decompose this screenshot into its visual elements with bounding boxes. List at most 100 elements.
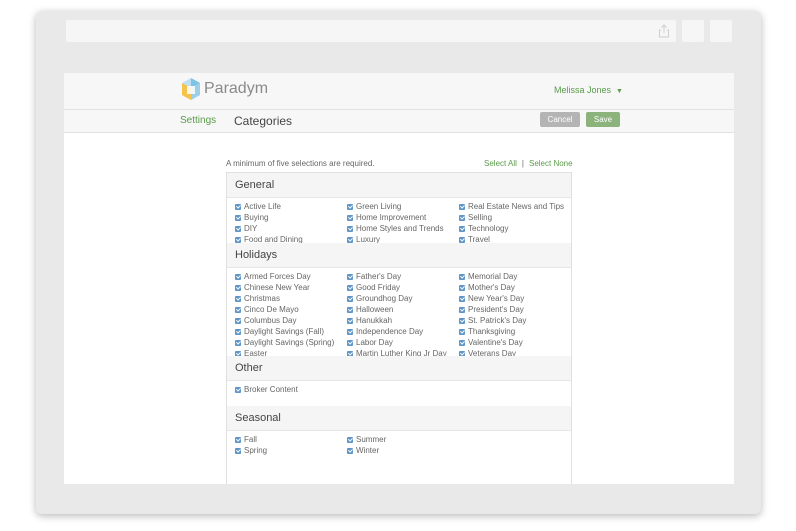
category-option[interactable]: DIY xyxy=(235,223,257,234)
category-option[interactable]: Independence Day xyxy=(347,326,423,337)
toolbar-button[interactable] xyxy=(710,20,732,42)
checkbox-checked-icon[interactable] xyxy=(235,203,241,210)
checkbox-checked-icon[interactable] xyxy=(235,284,241,291)
category-option[interactable]: Summer xyxy=(347,434,386,445)
category-option[interactable]: Selling xyxy=(459,212,492,223)
checkbox-checked-icon[interactable] xyxy=(347,225,353,232)
category-label: Memorial Day xyxy=(468,272,518,281)
checkbox-checked-icon[interactable] xyxy=(235,328,241,335)
checkbox-checked-icon[interactable] xyxy=(459,339,465,346)
app-name: Paradym xyxy=(204,80,269,97)
category-option[interactable]: Memorial Day xyxy=(459,271,517,282)
category-option[interactable]: Daylight Savings (Fall) xyxy=(235,326,324,337)
category-option[interactable]: Fall xyxy=(235,434,257,445)
section-title: Other xyxy=(235,362,263,374)
section-title: Holidays xyxy=(235,249,278,261)
category-label: Good Friday xyxy=(356,283,401,292)
category-option[interactable]: Groundhog Day xyxy=(347,293,412,304)
category-option[interactable]: Green Living xyxy=(347,201,401,212)
category-option[interactable]: Labor Day xyxy=(347,337,393,348)
cancel-button[interactable]: Cancel xyxy=(540,112,580,127)
checkbox-checked-icon[interactable] xyxy=(235,273,241,280)
category-option[interactable]: Home Improvement xyxy=(347,212,426,223)
category-option[interactable]: Father's Day xyxy=(347,271,401,282)
category-option[interactable]: Technology xyxy=(459,223,508,234)
share-icon[interactable] xyxy=(658,24,670,38)
checkbox-checked-icon[interactable] xyxy=(459,317,465,324)
checkbox-checked-icon[interactable] xyxy=(459,284,465,291)
category-option[interactable]: New Year's Day xyxy=(459,293,524,304)
checkbox-checked-icon[interactable] xyxy=(347,436,353,443)
checkbox-checked-icon[interactable] xyxy=(235,447,241,454)
checkbox-checked-icon[interactable] xyxy=(459,225,465,232)
app-header: Paradym Melissa Jones ▼ xyxy=(64,73,734,110)
user-menu[interactable]: Melissa Jones ▼ xyxy=(554,85,623,95)
checkbox-checked-icon[interactable] xyxy=(235,236,241,243)
checkbox-checked-icon[interactable] xyxy=(459,236,465,243)
category-option[interactable]: Daylight Savings (Spring) xyxy=(235,337,334,348)
checkbox-checked-icon[interactable] xyxy=(459,273,465,280)
category-label: Daylight Savings (Fall) xyxy=(244,327,325,336)
category-option[interactable]: Spring xyxy=(235,445,267,456)
checkbox-checked-icon[interactable] xyxy=(459,306,465,313)
checkbox-checked-icon[interactable] xyxy=(235,306,241,313)
select-all-link[interactable]: Select All xyxy=(484,159,517,168)
category-option[interactable]: St. Patrick's Day xyxy=(459,315,526,326)
checkbox-checked-icon[interactable] xyxy=(347,214,353,221)
checkbox-checked-icon[interactable] xyxy=(235,295,241,302)
checkbox-checked-icon[interactable] xyxy=(347,284,353,291)
checkbox-checked-icon[interactable] xyxy=(347,273,353,280)
section-header-holidays: Holidays xyxy=(227,243,571,268)
category-option[interactable]: Broker Content xyxy=(235,384,298,395)
save-button[interactable]: Save xyxy=(586,112,620,127)
checkbox-checked-icon[interactable] xyxy=(235,436,241,443)
category-option[interactable]: Armed Forces Day xyxy=(235,271,311,282)
category-option[interactable]: Buying xyxy=(235,212,268,223)
checkbox-checked-icon[interactable] xyxy=(235,317,241,324)
category-option[interactable]: Halloween xyxy=(347,304,393,315)
category-option[interactable]: Home Styles and Trends xyxy=(347,223,444,234)
category-label: Cinco De Mayo xyxy=(244,305,299,314)
category-option[interactable]: Hanukkah xyxy=(347,315,392,326)
settings-link[interactable]: Settings xyxy=(180,115,216,126)
category-option[interactable]: Good Friday xyxy=(347,282,400,293)
category-option[interactable]: Cinco De Mayo xyxy=(235,304,299,315)
checkbox-checked-icon[interactable] xyxy=(235,386,241,393)
category-option[interactable]: Winter xyxy=(347,445,379,456)
checkbox-checked-icon[interactable] xyxy=(235,225,241,232)
category-option[interactable]: Columbus Day xyxy=(235,315,296,326)
checkbox-checked-icon[interactable] xyxy=(347,203,353,210)
category-option[interactable]: Real Estate News and Tips xyxy=(459,201,564,212)
select-none-link[interactable]: Select None xyxy=(529,159,573,168)
category-label: Father's Day xyxy=(356,272,402,281)
category-option[interactable]: Active Life xyxy=(235,201,281,212)
checkbox-checked-icon[interactable] xyxy=(347,306,353,313)
address-bar[interactable] xyxy=(66,20,676,42)
checkbox-checked-icon[interactable] xyxy=(347,295,353,302)
category-label: Selling xyxy=(468,213,493,222)
section-header-seasonal: Seasonal xyxy=(227,406,571,431)
categories-panel: General Active Life Buying DIY Food and Dini… xyxy=(226,172,572,484)
category-option[interactable]: Thanksgiving xyxy=(459,326,515,337)
checkbox-checked-icon[interactable] xyxy=(459,203,465,210)
checkbox-checked-icon[interactable] xyxy=(459,328,465,335)
category-option[interactable]: Valentine's Day xyxy=(459,337,523,348)
checkbox-checked-icon[interactable] xyxy=(459,214,465,221)
category-option[interactable]: Chinese New Year xyxy=(235,282,310,293)
category-option[interactable]: Christmas xyxy=(235,293,280,304)
category-label: Groundhog Day xyxy=(356,294,413,303)
checkbox-checked-icon[interactable] xyxy=(347,328,353,335)
checkbox-checked-icon[interactable] xyxy=(459,295,465,302)
category-option[interactable]: President's Day xyxy=(459,304,524,315)
toolbar-button[interactable] xyxy=(682,20,704,42)
checkbox-checked-icon[interactable] xyxy=(347,317,353,324)
page-toolbar: Settings Categories Cancel Save xyxy=(64,110,734,133)
category-option[interactable]: Mother's Day xyxy=(459,282,515,293)
checkbox-checked-icon[interactable] xyxy=(347,339,353,346)
paradym-logo[interactable]: Paradym xyxy=(180,77,268,101)
checkbox-checked-icon[interactable] xyxy=(235,214,241,221)
checkbox-checked-icon[interactable] xyxy=(347,447,353,454)
category-label: Halloween xyxy=(356,305,394,314)
checkbox-checked-icon[interactable] xyxy=(347,236,353,243)
checkbox-checked-icon[interactable] xyxy=(235,339,241,346)
